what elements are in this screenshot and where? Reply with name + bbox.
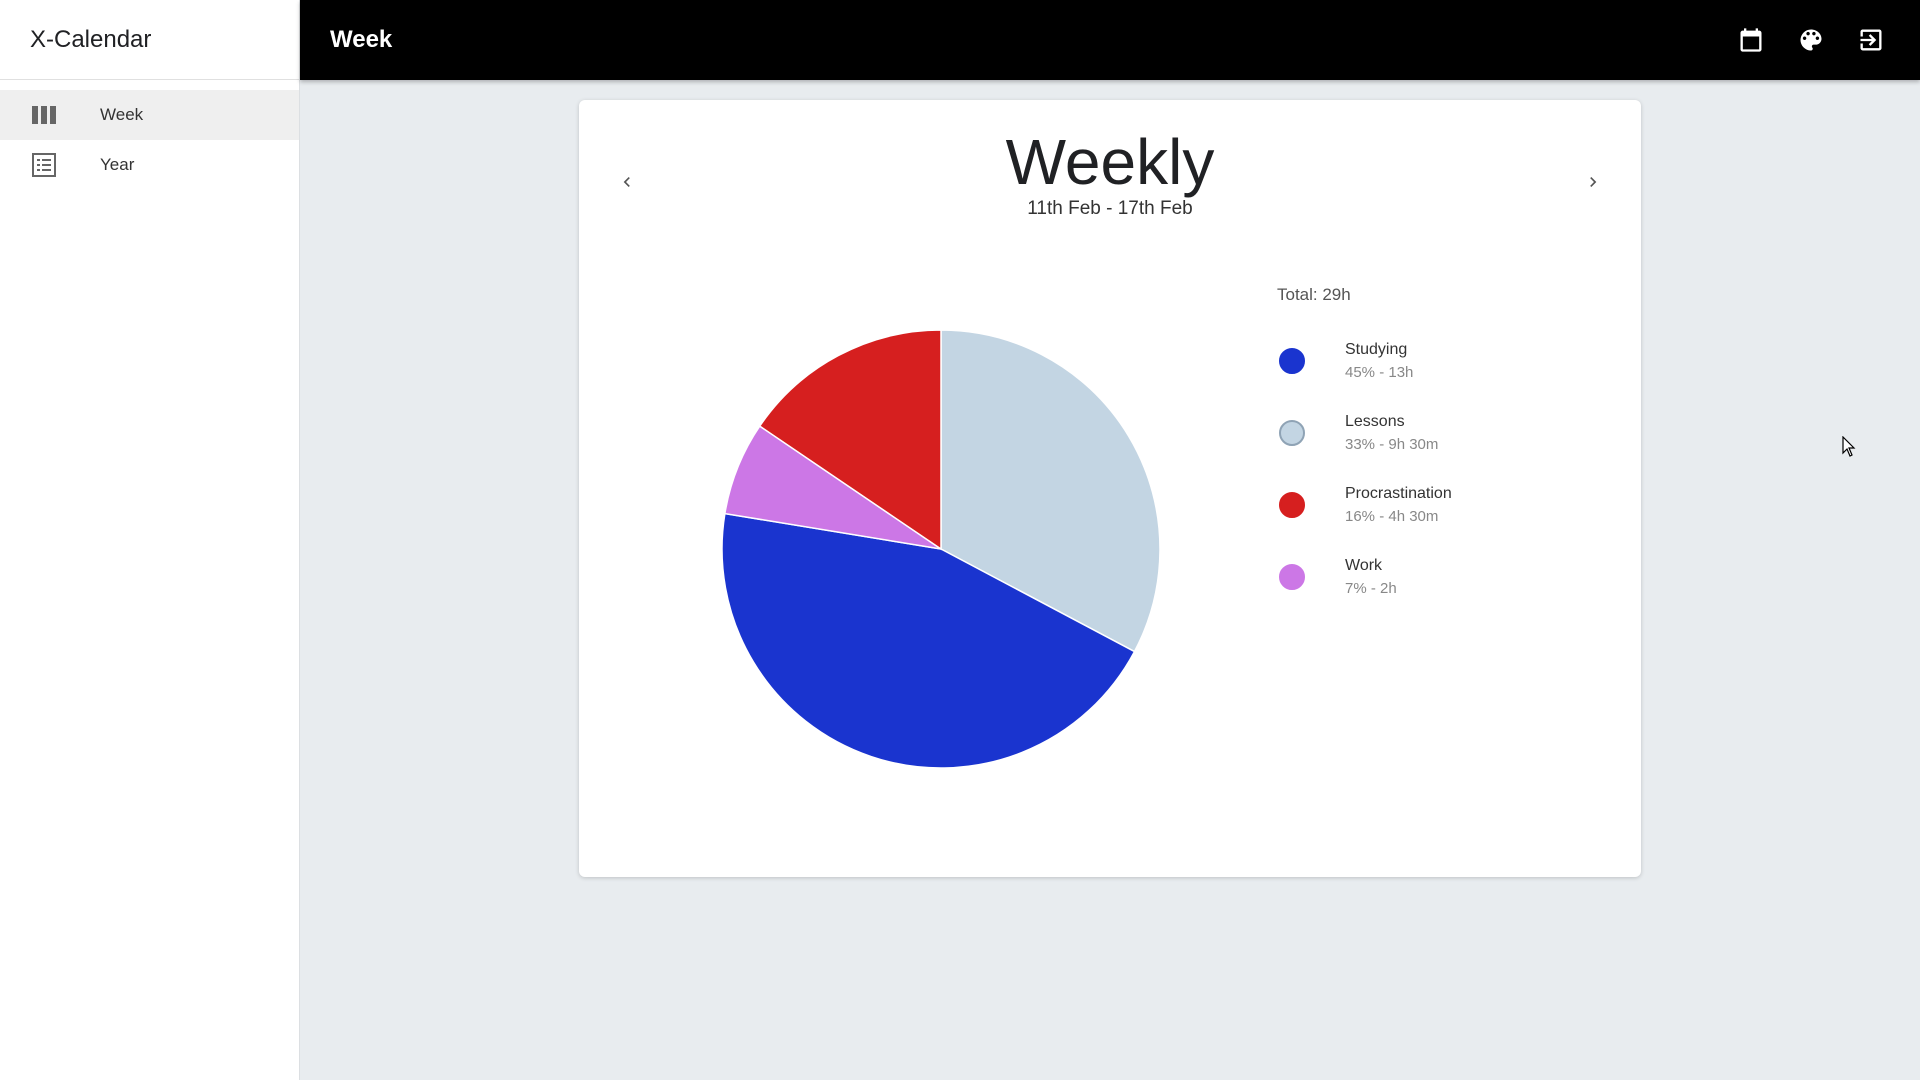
sidebar-item-label: Week xyxy=(100,105,144,124)
sidebar-nav: Week Year xyxy=(0,80,299,190)
legend-swatch xyxy=(1279,420,1305,446)
legend-detail: 45% - 13h xyxy=(1345,364,1414,381)
legend-name: Lessons xyxy=(1345,413,1405,430)
card-heading: Weekly xyxy=(1005,126,1215,198)
next-week-button[interactable] xyxy=(1575,164,1611,200)
legend-item: Lessons 33% - 9h 30m xyxy=(1277,407,1452,459)
legend-name: Studying xyxy=(1345,341,1408,358)
sidebar: X-Calendar Week Year xyxy=(0,0,300,1080)
date-range: 11th Feb - 17th Feb xyxy=(1027,198,1193,219)
view-week-icon xyxy=(31,102,57,128)
legend-name: Procrastination xyxy=(1345,485,1452,502)
calendar-icon xyxy=(1740,28,1762,52)
palette-icon xyxy=(1800,29,1822,51)
legend-swatch xyxy=(1279,564,1305,590)
calendar-button[interactable] xyxy=(1736,25,1766,55)
mouse-pointer-icon xyxy=(1842,436,1856,457)
legend: Total: 29h Studying 45% - 13h Lessons 33… xyxy=(1277,285,1452,623)
legend-item: Studying 45% - 13h xyxy=(1277,335,1452,387)
page-title: Week xyxy=(330,26,393,53)
list-icon xyxy=(31,152,57,178)
sidebar-item-label: Year xyxy=(100,155,135,174)
logout-icon xyxy=(1860,29,1882,51)
legend-swatch xyxy=(1279,348,1305,374)
theme-button[interactable] xyxy=(1796,25,1826,55)
legend-detail: 16% - 4h 30m xyxy=(1345,508,1439,525)
chevron-right-icon xyxy=(1590,177,1597,187)
sidebar-item-year[interactable]: Year xyxy=(0,140,299,190)
legend-detail: 33% - 9h 30m xyxy=(1345,436,1439,453)
legend-detail: 7% - 2h xyxy=(1345,580,1397,597)
logout-button[interactable] xyxy=(1856,25,1886,55)
topbar-actions xyxy=(1706,25,1886,55)
legend-name: Work xyxy=(1345,557,1383,574)
sidebar-item-week[interactable]: Week xyxy=(0,90,299,140)
pie-chart xyxy=(721,329,1161,769)
legend-item: Work 7% - 2h xyxy=(1277,551,1452,603)
legend-item: Procrastination 16% - 4h 30m xyxy=(1277,479,1452,531)
app-title: X-Calendar xyxy=(0,0,299,80)
weekly-summary-card: Weekly 11th Feb - 17th Feb Total: 29h St… xyxy=(579,100,1641,877)
top-app-bar: Week xyxy=(300,0,1920,80)
total-hours: Total: 29h xyxy=(1277,285,1351,304)
legend-swatch xyxy=(1279,492,1305,518)
